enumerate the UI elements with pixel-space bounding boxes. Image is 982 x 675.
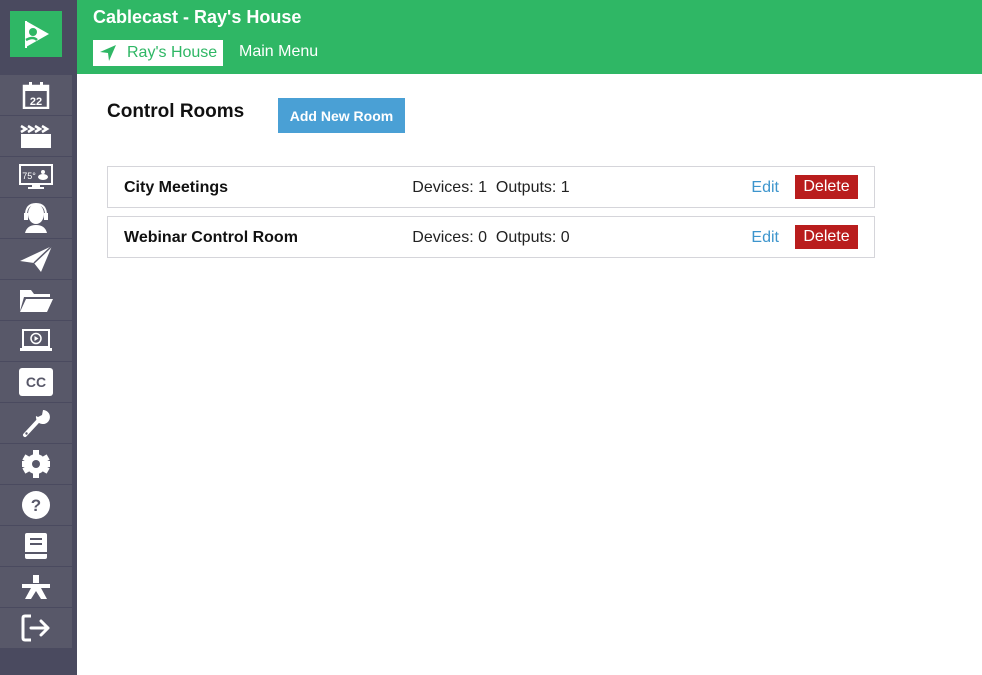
sidebar-item-shows[interactable]: [0, 116, 72, 156]
app-title: Cablecast - Ray's House: [93, 7, 302, 27]
laptop-play-icon: [20, 329, 52, 351]
room-row: Webinar Control Room Devices: 0 Outputs:…: [107, 216, 875, 258]
delete-room-button[interactable]: Delete: [795, 175, 858, 199]
digital-signage-icon: 75°: [19, 164, 53, 189]
sidebar-item-accessibility[interactable]: [0, 567, 72, 607]
devices-count: Devices: 0: [412, 229, 487, 246]
devices-count: Devices: 1: [412, 179, 487, 196]
calendar-icon: 22: [22, 82, 50, 109]
sidebar-item-digital-signage[interactable]: 75°: [0, 157, 72, 197]
folder-open-icon: [20, 290, 53, 312]
sidebar-item-schedule[interactable]: 22: [0, 75, 72, 115]
edit-room-link[interactable]: Edit: [751, 229, 779, 247]
gear-icon: [22, 450, 50, 478]
clapperboard-icon: [20, 124, 51, 148]
room-row: City Meetings Devices: 1 Outputs: 1 Edit…: [107, 166, 875, 208]
main-content: Control Rooms Add New Room City Meetings…: [77, 74, 982, 675]
person-icon: [22, 575, 50, 599]
sidebar-item-documentation[interactable]: [0, 526, 72, 566]
svg-text:CC: CC: [26, 374, 46, 390]
edit-room-link[interactable]: Edit: [751, 179, 779, 197]
site-label: Ray's House: [127, 44, 218, 61]
paper-plane-icon: [20, 245, 53, 272]
location-arrow-icon: [100, 45, 116, 61]
logout-icon: [21, 614, 50, 642]
top-bar: Cablecast - Ray's House Ray's House Main…: [77, 0, 982, 74]
sidebar-item-captions[interactable]: CC: [0, 362, 72, 402]
outputs-count: Outputs: 1: [495, 179, 570, 196]
outputs-count: Outputs: 0: [495, 229, 570, 246]
closed-captions-icon: CC: [19, 368, 53, 396]
site-selector[interactable]: Ray's House: [93, 40, 224, 66]
svg-text:?: ?: [31, 496, 41, 515]
sidebar-item-logout[interactable]: [0, 608, 72, 648]
sidebar-item-vod[interactable]: [0, 321, 72, 361]
add-new-room-button[interactable]: Add New Room: [278, 98, 405, 133]
page-title: Control Rooms: [107, 101, 245, 122]
sidebar-item-files[interactable]: [0, 280, 72, 320]
cablecast-logo[interactable]: [10, 11, 62, 57]
cablecast-flag-logo-icon: [25, 21, 49, 48]
delete-room-button[interactable]: Delete: [795, 225, 858, 249]
sidebar-item-live[interactable]: [0, 198, 72, 238]
sidebar-item-settings[interactable]: [0, 444, 72, 484]
book-icon: [25, 533, 47, 559]
wrench-icon: [23, 410, 50, 437]
sidebar-item-tools[interactable]: [0, 403, 72, 443]
sidebar: 22 75° CC ?: [0, 0, 77, 675]
svg-text:75°: 75°: [22, 171, 36, 181]
help-icon: ?: [22, 491, 50, 519]
main-menu-link[interactable]: Main Menu: [239, 43, 318, 61]
headset-icon: [24, 203, 48, 233]
sidebar-item-publish[interactable]: [0, 239, 72, 279]
sidebar-nav: 22 75° CC ?: [0, 75, 72, 649]
svg-text:22: 22: [30, 96, 42, 108]
sidebar-item-help[interactable]: ?: [0, 485, 72, 525]
